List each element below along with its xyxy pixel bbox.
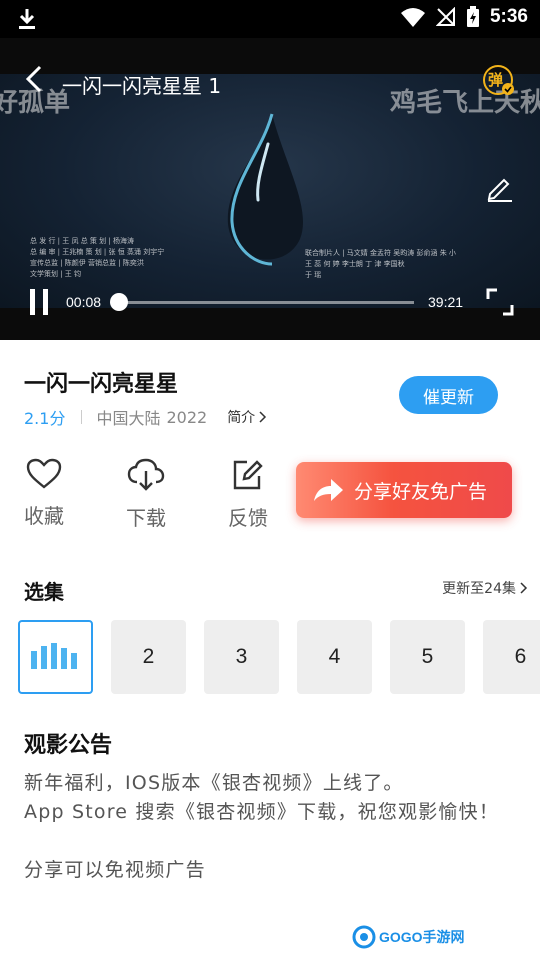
episode-button[interactable]: 4 [297,620,372,694]
watermark-logo: GOGO手游网 [352,925,465,949]
battery-charging-icon [466,6,479,27]
share-friends-button[interactable]: 分享好友免广告 [296,462,512,518]
wifi-icon [400,8,425,27]
back-arrow-icon[interactable] [22,64,48,94]
credits-left: 总 发 行 | 王 凤 总 策 划 | 杨海涛 总 编 审 | 王兆楠 策 划 … [30,236,164,280]
danmaku-comment: 鸡毛飞上天秋 [390,88,540,118]
intro-label: 简介 [227,410,256,426]
episode-button[interactable]: 2 [111,620,186,694]
heart-icon [26,458,62,489]
progress-knob[interactable] [109,293,128,311]
danmu-toggle-label: 弹 [488,71,504,89]
year: 2022 [166,407,208,427]
credit-line: 于 瑶 [305,271,322,279]
gogo-logo-icon [352,925,376,949]
show-title: 一闪一闪亮星星 [24,372,179,397]
video-player[interactable]: 好孤单 鸡毛飞上天秋 一闪一闪亮星星 1 弹 总 发 行 | 王 凤 总 策 划… [0,38,540,340]
pencil-icon[interactable] [484,172,514,202]
credit-line: 宣传总监 | 陈颜伊 营销总监 | 陈奕洪 [30,259,144,267]
score: 2.1分 [24,409,66,428]
episode-button[interactable]: 3 [204,620,279,694]
show-meta: 2.1分 中国大陆 2022 简介 [24,405,267,429]
urge-update-button[interactable]: 催更新 [399,376,498,414]
watermark-text: GOGO手游网 [379,929,465,945]
no-signal-icon [435,7,455,26]
download-notification-icon [19,9,35,29]
status-icons: 5:36 [400,6,528,28]
cloud-download-icon [127,458,165,491]
intro-link[interactable]: 简介 [227,407,267,427]
credit-line: 王 蕊 何 婷 李士朗 丁 津 李国秋 [305,260,405,268]
update-note-link[interactable]: 更新至24集 [442,578,528,598]
credit-line: 总 编 审 | 王兆楠 策 划 | 张 恒 蒸涌 刘宇宁 [30,248,165,256]
player-controls: 00:08 39:21 [0,284,540,320]
pause-icon[interactable] [28,288,50,316]
episode-button[interactable]: 6 [483,620,540,694]
credits-right: 联合制片人 | 马文婧 金孟符 吴昀涛 彭俞涵 朱 小 王 蕊 何 婷 李士朗 … [305,248,456,281]
edit-square-icon [233,460,263,490]
current-time: 00:08 [66,294,102,310]
chevron-right-icon [259,411,267,423]
fullscreen-icon[interactable] [486,288,514,316]
divider [81,410,83,424]
chevron-right-icon [520,582,528,594]
progress-bar[interactable] [118,301,414,304]
credit-line: 总 发 行 | 王 凤 总 策 划 | 杨海涛 [30,237,134,245]
video-title: 一闪一闪亮星星 1 [62,74,222,98]
status-bar: 5:36 [0,0,540,38]
credit-line: 联合制片人 | 马文婧 金孟符 吴昀涛 彭俞涵 朱 小 [305,249,456,257]
share-arrow-icon [314,479,343,501]
favorite-label: 收藏 [24,504,64,528]
notice-body: 新年福利，IOS版本《银杏视频》上线了。 App Store 搜索《银杏视频》下… [24,772,500,881]
download-label: 下载 [126,506,166,530]
total-time: 39:21 [428,294,464,310]
notice-title: 观影公告 [24,733,113,758]
credit-line: 文学策划 | 王 钧 [30,270,82,278]
episode-1-button[interactable] [18,620,93,694]
favorite-button[interactable]: 收藏 [14,458,74,529]
episode-button[interactable]: 5 [390,620,465,694]
episodes-title: 选集 [24,580,64,604]
share-label: 分享好友免广告 [354,480,488,503]
danmu-toggle-button[interactable]: 弹 [482,64,516,98]
download-button[interactable]: 下载 [116,458,176,531]
update-note-label: 更新至24集 [442,581,516,597]
feedback-label: 反馈 [228,506,268,530]
region: 中国大陆 [96,409,161,428]
playing-bars-icon [30,643,77,669]
feedback-button[interactable]: 反馈 [218,458,278,531]
clock: 5:36 [489,6,528,27]
